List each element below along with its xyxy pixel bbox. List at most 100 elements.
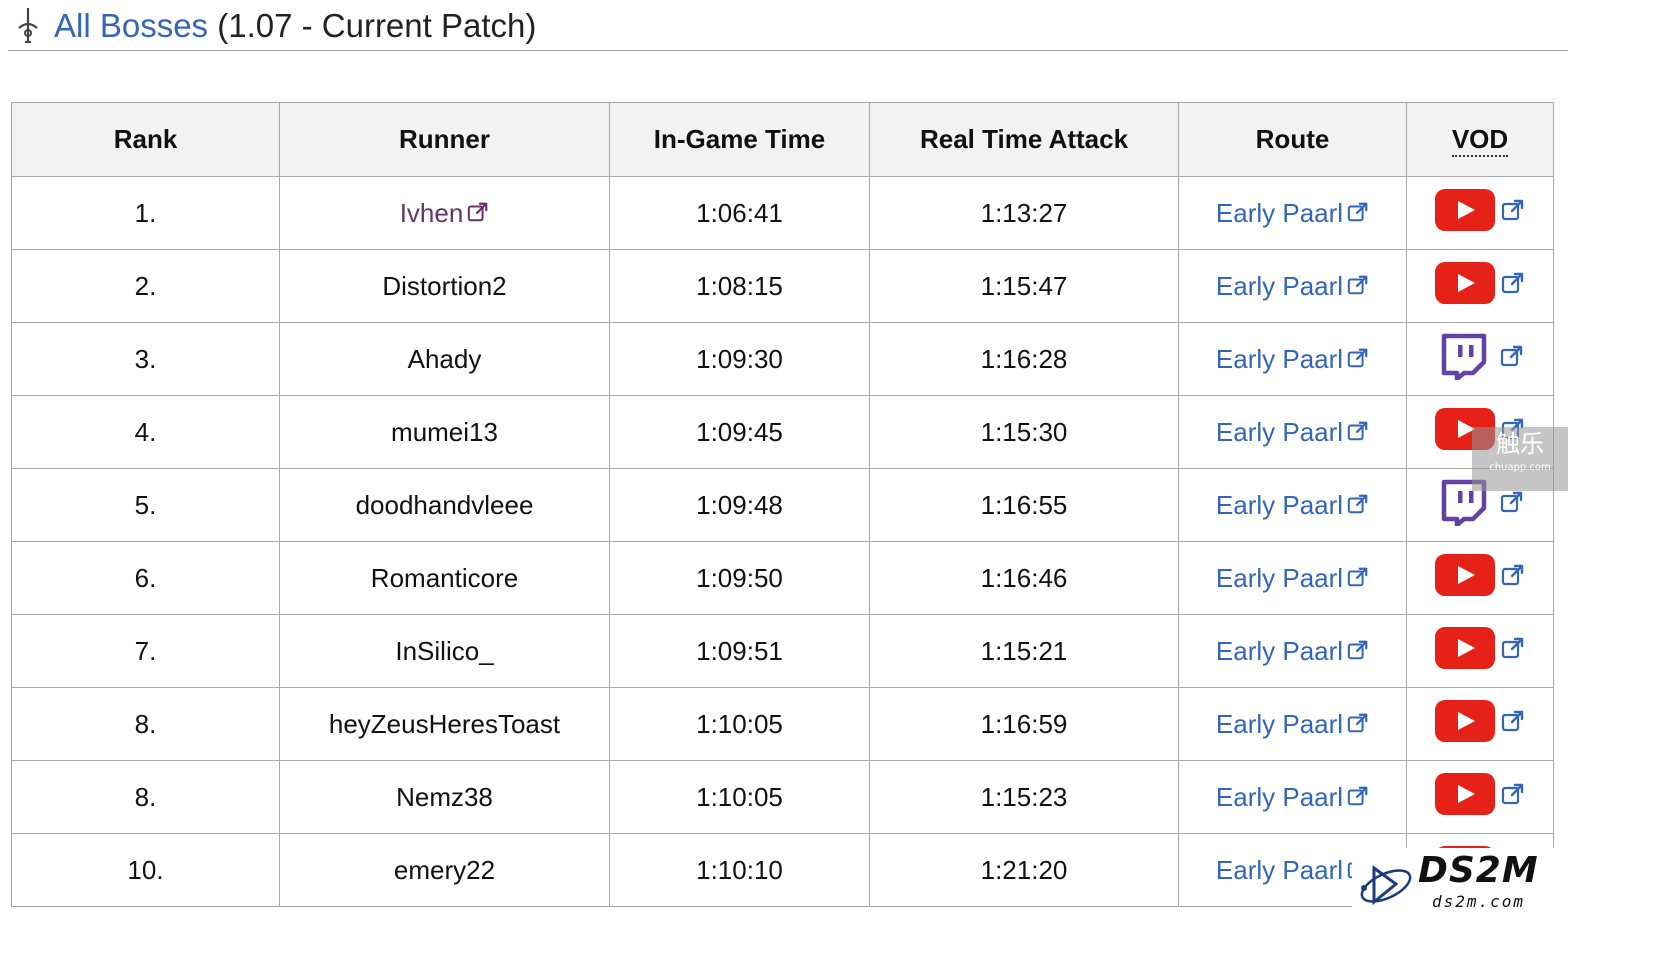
igt-cell: 1:09:45 <box>609 395 870 469</box>
igt-cell: 1:09:50 <box>609 541 870 615</box>
igt-cell: 1:09:30 <box>609 322 870 396</box>
igt-cell: 1:08:15 <box>609 249 870 323</box>
youtube-icon <box>1435 553 1495 596</box>
chuapp-watermark: 触乐 chuapp.com <box>1472 427 1568 491</box>
route-cell: Early Paarl <box>1178 614 1407 688</box>
youtube-icon <box>1435 188 1495 231</box>
route-link[interactable]: Early Paarl <box>1216 855 1343 885</box>
ds2m-watermark-main: DS2M <box>1418 850 1539 891</box>
rta-cell: 1:15:47 <box>869 249 1179 323</box>
rank-cell: 10. <box>11 833 280 907</box>
all-bosses-link[interactable]: All Bosses <box>54 7 208 44</box>
youtube-icon <box>1435 261 1495 304</box>
external-link-icon <box>1347 202 1368 221</box>
column-header-runner: Runner <box>279 102 610 177</box>
route-link[interactable]: Early Paarl <box>1216 271 1343 301</box>
runner-cell: mumei13 <box>279 395 610 469</box>
leaderboard-table: Rank Runner In-Game Time Real Time Attac… <box>11 102 1554 907</box>
youtube-icon <box>1435 626 1495 669</box>
rank-cell: 8. <box>11 760 280 834</box>
vod-cell <box>1406 249 1554 323</box>
page-title: All Bosses (1.07 - Current Patch) <box>54 4 536 48</box>
runner-cell: Nemz38 <box>279 760 610 834</box>
rank-cell: 7. <box>11 614 280 688</box>
rta-cell: 1:16:28 <box>869 322 1179 396</box>
route-link[interactable]: Early Paarl <box>1216 636 1343 666</box>
vod-link[interactable] <box>1436 332 1524 380</box>
vod-cell <box>1406 687 1554 761</box>
external-link-icon <box>1501 710 1524 731</box>
route-cell: Early Paarl <box>1178 760 1407 834</box>
twitch-icon <box>1441 333 1487 380</box>
igt-cell: 1:10:10 <box>609 833 870 907</box>
youtube-icon <box>1435 772 1495 815</box>
runner-cell: Ivhen <box>279 176 610 250</box>
vod-link[interactable] <box>1435 261 1525 304</box>
column-header-rank: Rank <box>11 102 280 177</box>
vod-link[interactable] <box>1435 772 1525 815</box>
column-header-rta: Real Time Attack <box>869 102 1179 177</box>
rta-cell: 1:16:55 <box>869 468 1179 542</box>
igt-cell: 1:10:05 <box>609 687 870 761</box>
runner-name: InSilico_ <box>395 635 494 666</box>
vod-cell <box>1406 541 1554 615</box>
youtube-icon <box>1435 699 1495 742</box>
route-cell: Early Paarl <box>1178 322 1407 396</box>
table-row: 4. mumei13 1:09:45 1:15:30 Early Paarl <box>11 395 1554 469</box>
route-link[interactable]: Early Paarl <box>1216 490 1343 520</box>
runner-cell: InSilico_ <box>279 614 610 688</box>
chuapp-watermark-sub: chuapp.com <box>1489 462 1551 473</box>
route-link[interactable]: Early Paarl <box>1216 563 1343 593</box>
route-link[interactable]: Early Paarl <box>1216 417 1343 447</box>
external-link-icon <box>1347 640 1368 659</box>
vod-link[interactable] <box>1435 553 1525 596</box>
column-header-igt: In-Game Time <box>609 102 870 177</box>
table-row: 7. InSilico_ 1:09:51 1:15:21 Early Paarl <box>11 614 1554 688</box>
vod-link[interactable] <box>1435 188 1525 231</box>
rank-cell: 8. <box>11 687 280 761</box>
runner-name: emery22 <box>393 854 496 885</box>
runner-cell: Ahady <box>279 322 610 396</box>
route-cell: Early Paarl <box>1178 468 1407 542</box>
runner-cell: heyZeusHeresToast <box>279 687 610 761</box>
ds2m-watermark: DS2M ds2m.com <box>1352 848 1568 918</box>
runner-name: Ahady <box>407 343 482 374</box>
external-link-icon <box>1500 491 1523 512</box>
igt-cell: 1:06:41 <box>609 176 870 250</box>
table-row: 8. Nemz38 1:10:05 1:15:23 Early Paarl <box>11 760 1554 834</box>
vod-header-abbr[interactable]: VOD <box>1451 124 1509 157</box>
runner-name: Nemz38 <box>396 781 493 812</box>
rank-cell: 4. <box>11 395 280 469</box>
rank-cell: 2. <box>11 249 280 323</box>
external-link-icon <box>1501 272 1524 293</box>
external-link-icon <box>1501 637 1524 658</box>
table-row: 10. emery22 1:10:10 1:21:20 Early Paarl <box>11 833 1554 907</box>
route-link[interactable]: Early Paarl <box>1216 782 1343 812</box>
external-link-icon <box>1501 783 1524 804</box>
runner-name: mumei13 <box>391 416 498 447</box>
route-link[interactable]: Early Paarl <box>1216 709 1343 739</box>
runner-cell: doodhandvleee <box>279 468 610 542</box>
external-link-icon <box>1501 564 1524 585</box>
table-row: 5. doodhandvleee 1:09:48 1:16:55 Early Paarl <box>11 468 1554 542</box>
vod-link[interactable] <box>1435 699 1525 742</box>
vod-cell <box>1406 176 1554 250</box>
route-link[interactable]: Early Paarl <box>1216 198 1343 228</box>
ds2m-logo-icon <box>1360 865 1412 906</box>
vod-link[interactable] <box>1435 626 1525 669</box>
runner-name: doodhandvleee <box>355 489 534 520</box>
igt-cell: 1:10:05 <box>609 760 870 834</box>
external-link-icon <box>1347 494 1368 513</box>
runner-link[interactable]: Ivhen <box>400 198 464 228</box>
page-header: All Bosses (1.07 - Current Patch) <box>8 0 1568 51</box>
route-link[interactable]: Early Paarl <box>1216 344 1343 374</box>
route-cell: Early Paarl <box>1178 249 1407 323</box>
external-link-icon <box>1347 567 1368 586</box>
table-row: 6. Romanticore 1:09:50 1:16:46 Early Paarl <box>11 541 1554 615</box>
runner-cell: emery22 <box>279 833 610 907</box>
rta-cell: 1:21:20 <box>869 833 1179 907</box>
rta-cell: 1:15:23 <box>869 760 1179 834</box>
sword-icon <box>18 8 38 44</box>
route-cell: Early Paarl <box>1178 687 1407 761</box>
table-row: 8. heyZeusHeresToast 1:10:05 1:16:59 Early P… <box>11 687 1554 761</box>
